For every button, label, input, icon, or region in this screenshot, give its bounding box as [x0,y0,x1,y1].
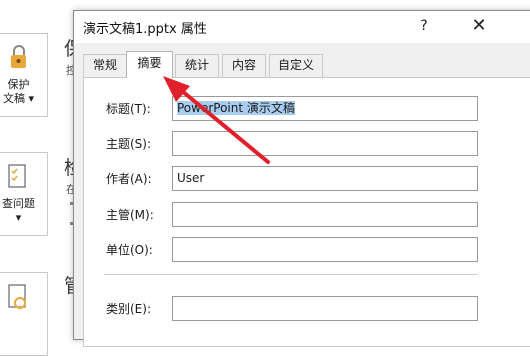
summary-tab-panel: 标题(T): PowerPoint 演示文稿 主题(S): 作者(A): Use… [83,77,530,347]
lock-key-icon [0,42,47,72]
subject-label: 主题(S): [106,137,152,151]
author-field[interactable]: User [172,166,478,191]
close-button[interactable]: ✕ [469,15,489,36]
manage-presentation-button[interactable] [0,272,48,356]
properties-dialog: 演示文稿1.pptx 属性 ? ✕ 常规 摘要 统计 内容 自定义 标题(T):… [73,10,530,347]
dialog-title: 演示文稿1.pptx 属性 [83,22,207,37]
tab-custom[interactable]: 自定义 [269,54,323,77]
company-field[interactable] [172,237,478,262]
category-field[interactable] [172,296,478,321]
author-label: 作者(A): [106,172,152,186]
dialog-titlebar: 演示文稿1.pptx 属性 ? ✕ [74,11,530,43]
check-issues-button[interactable]: 查问题 ▾ [0,152,48,236]
title-value: PowerPoint 演示文稿 [177,101,295,115]
checklist-icon [0,163,47,193]
subject-field[interactable] [172,131,478,156]
company-label: 单位(O): [106,243,153,257]
tab-statistics[interactable]: 统计 [175,54,219,77]
category-label: 类别(E): [106,302,151,316]
tab-summary[interactable]: 摘要 [126,51,173,78]
tab-general[interactable]: 常规 [83,54,127,77]
protect-presentation-button[interactable]: 保护 文稿 ▾ [0,33,48,117]
manager-label: 主管(M): [106,208,154,222]
help-button[interactable]: ? [416,18,432,34]
title-label: 标题(T): [106,102,151,116]
divider [104,274,478,275]
protect-label-line1: 保护 [7,78,30,91]
protect-label-line2: 文稿 ▾ [2,92,35,105]
tab-contents[interactable]: 内容 [222,54,266,77]
title-field[interactable]: PowerPoint 演示文稿 [172,96,478,121]
check-issues-label: 查问题 [2,197,35,210]
check-issues-caret: ▾ [15,211,22,224]
manager-field[interactable] [172,202,478,227]
magnifier-document-icon [0,283,47,313]
